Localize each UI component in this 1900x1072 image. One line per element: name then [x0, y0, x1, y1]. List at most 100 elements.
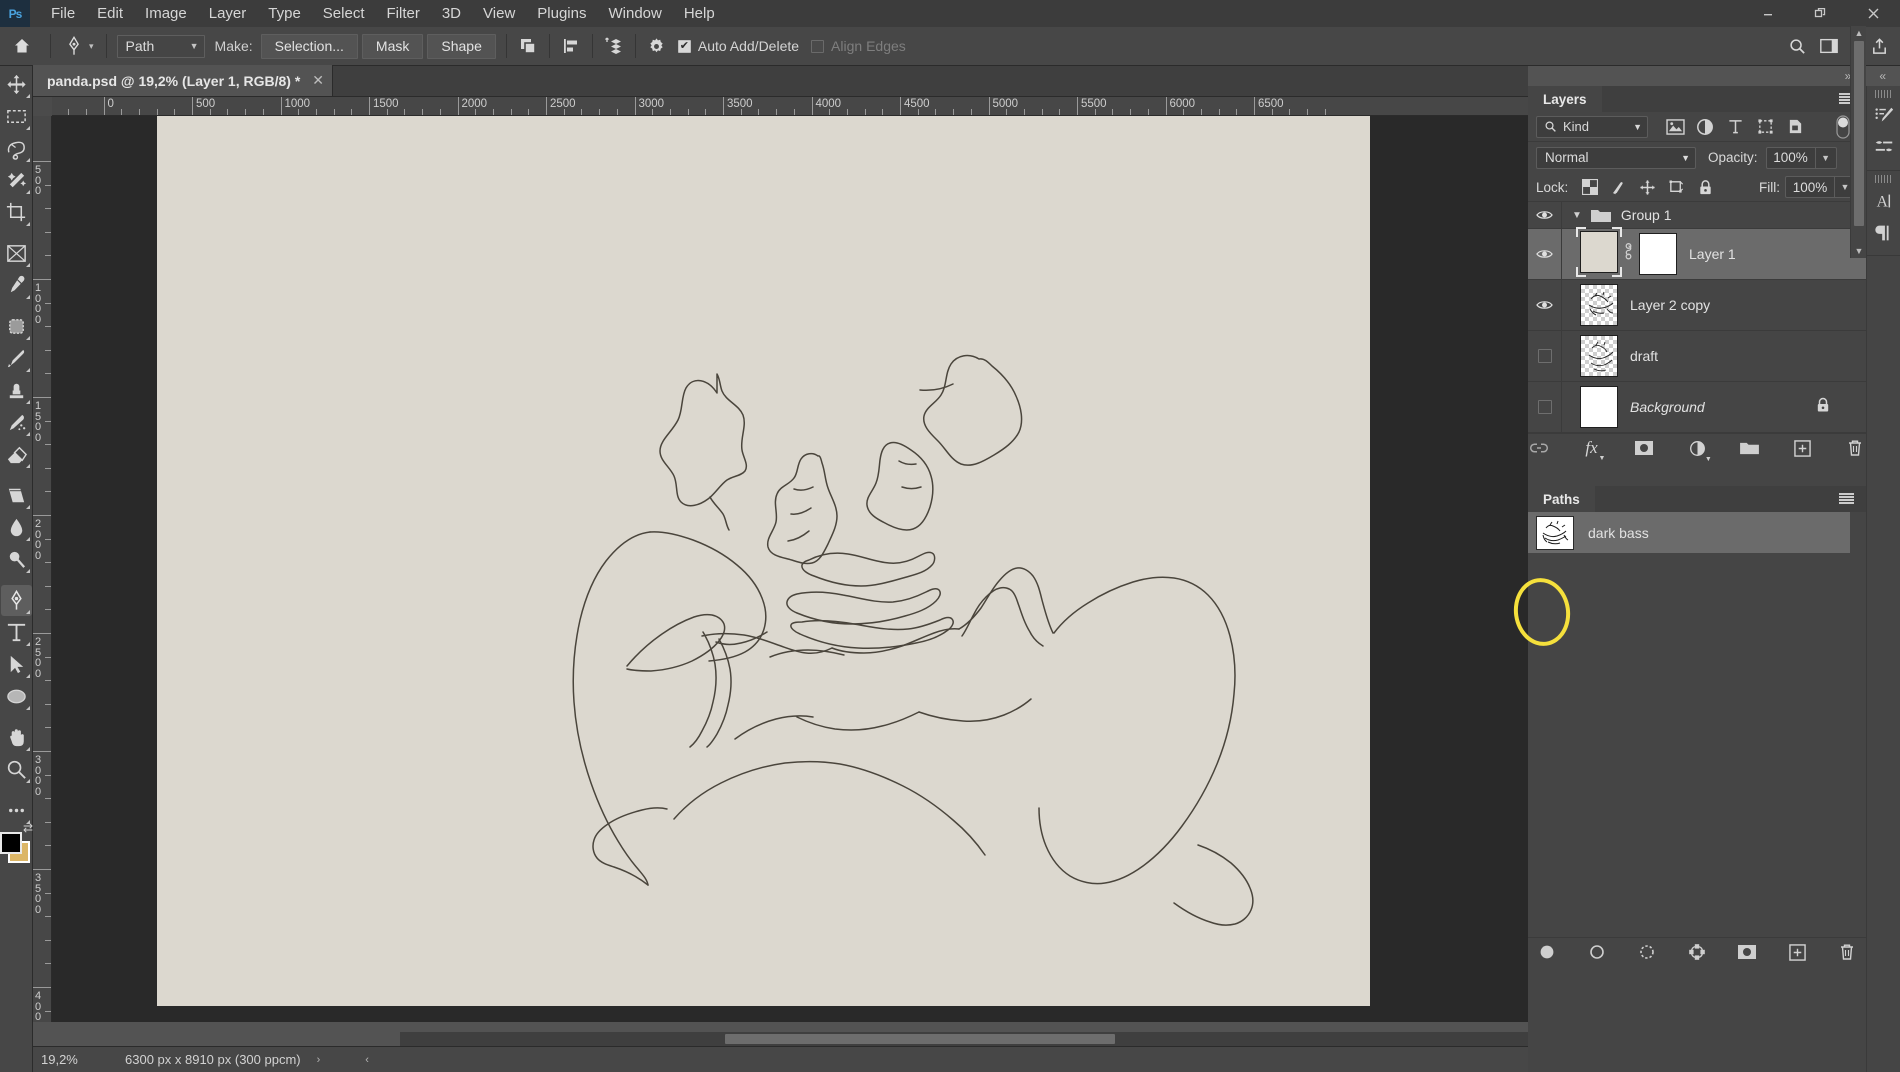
- workspace-icon[interactable]: [1814, 33, 1844, 59]
- layer-style-fx-icon[interactable]: fx ▼: [1581, 437, 1605, 462]
- menu-item-plugins[interactable]: Plugins: [526, 0, 597, 27]
- add-layer-mask-icon[interactable]: [1736, 941, 1758, 963]
- layer-row-layer-2-copy[interactable]: Layer 2 copy: [1528, 280, 1866, 331]
- make-selection-button[interactable]: Selection...: [260, 33, 358, 59]
- share-icon[interactable]: [1864, 33, 1894, 59]
- scroll-left-arrow-icon[interactable]: ‹: [365, 1054, 369, 1066]
- chevron-up-icon[interactable]: ▲: [1851, 26, 1867, 40]
- path-thumbnail[interactable]: [1536, 515, 1574, 550]
- layer-visibility-toggle[interactable]: [1528, 280, 1562, 330]
- make-work-path-icon[interactable]: [1686, 941, 1708, 963]
- panel-grip[interactable]: [1874, 90, 1893, 98]
- menu-item-select[interactable]: Select: [312, 0, 376, 27]
- tab-layers[interactable]: Layers: [1528, 86, 1602, 112]
- spot-healing-brush-tool[interactable]: [1, 311, 32, 342]
- layer-row-draft[interactable]: draft: [1528, 331, 1866, 382]
- menu-item-window[interactable]: Window: [597, 0, 672, 27]
- dodge-tool[interactable]: [1, 544, 32, 575]
- make-mask-button[interactable]: Mask: [361, 33, 424, 59]
- eyedropper-tool[interactable]: [1, 270, 32, 301]
- home-icon[interactable]: [0, 37, 44, 55]
- layer-thumbnails[interactable]: [1562, 386, 1618, 428]
- path-row-dark-bass[interactable]: dark bass: [1528, 512, 1850, 553]
- scrollbar-thumb[interactable]: [1854, 41, 1864, 226]
- layer-visibility-toggle[interactable]: [1528, 229, 1562, 279]
- adjustment-filter-icon[interactable]: [1690, 114, 1720, 140]
- menu-item-view[interactable]: View: [472, 0, 526, 27]
- fill-value[interactable]: 100%: [1785, 176, 1835, 198]
- character-panel-icon[interactable]: A: [1867, 185, 1900, 217]
- frame-tool[interactable]: [1, 238, 32, 269]
- path-name[interactable]: dark bass: [1574, 525, 1649, 541]
- artboard[interactable]: [157, 116, 1370, 1006]
- fill-path-icon[interactable]: [1536, 941, 1558, 963]
- layer-name[interactable]: Background: [1618, 399, 1705, 415]
- stroke-path-icon[interactable]: [1586, 941, 1608, 963]
- eraser-tool[interactable]: [1, 439, 32, 470]
- pixel-filter-icon[interactable]: [1660, 114, 1690, 140]
- layer-mask-thumbnail[interactable]: [1639, 233, 1677, 275]
- panel-menu-icon[interactable]: [1839, 493, 1854, 504]
- lock-position-icon[interactable]: [1634, 175, 1661, 199]
- object-selection-tool[interactable]: [1, 165, 32, 196]
- color-swatches[interactable]: ⇄: [0, 821, 33, 865]
- blend-mode-select[interactable]: Normal ▼: [1536, 146, 1696, 169]
- make-shape-button[interactable]: Shape: [427, 33, 496, 59]
- menu-item-help[interactable]: Help: [673, 0, 726, 27]
- scrollbar-thumb[interactable]: [725, 1034, 1115, 1044]
- gradient-tool[interactable]: [1, 480, 32, 511]
- brush-settings-icon[interactable]: [1867, 100, 1900, 132]
- lasso-tool[interactable]: [1, 133, 32, 164]
- search-icon[interactable]: [1782, 33, 1812, 59]
- smartobject-filter-icon[interactable]: [1780, 114, 1810, 140]
- zoom-tool[interactable]: [1, 754, 32, 785]
- brush-tool[interactable]: [1, 343, 32, 374]
- lock-transparent-pixels-icon[interactable]: [1576, 175, 1603, 199]
- clone-stamp-tool[interactable]: [1, 375, 32, 406]
- hand-tool[interactable]: [1, 722, 32, 753]
- layer-thumbnails[interactable]: [1562, 227, 1677, 277]
- lock-image-pixels-icon[interactable]: [1605, 175, 1632, 199]
- menu-item-type[interactable]: Type: [257, 0, 312, 27]
- type-tool[interactable]: [1, 617, 32, 648]
- move-tool[interactable]: [1, 69, 32, 100]
- layer-name[interactable]: draft: [1618, 348, 1658, 364]
- document-tab[interactable]: panda.psd @ 19,2% (Layer 1, RGB/8) * ✕: [33, 65, 334, 96]
- maximize-button[interactable]: [1794, 0, 1847, 27]
- layers-panel-scrollbar[interactable]: ▲ ▼: [1850, 26, 1866, 258]
- type-filter-icon[interactable]: [1720, 114, 1750, 140]
- layer-visibility-toggle[interactable]: [1528, 382, 1562, 432]
- layer-thumbnail[interactable]: [1580, 335, 1618, 377]
- layer-thumbnail[interactable]: [1580, 386, 1618, 428]
- brush-presets-icon[interactable]: [1867, 132, 1900, 164]
- minimize-button[interactable]: [1741, 0, 1794, 27]
- close-icon[interactable]: ✕: [312, 72, 324, 89]
- rectangular-marquee-tool[interactable]: [1, 101, 32, 132]
- opacity-value[interactable]: 100%: [1765, 146, 1816, 169]
- tool-mode-select[interactable]: Path ▼: [116, 34, 205, 58]
- lock-all-icon[interactable]: [1692, 175, 1719, 199]
- path-alignment-icon[interactable]: [556, 33, 586, 59]
- gear-icon[interactable]: [642, 33, 672, 59]
- swap-colors-icon[interactable]: ⇄: [23, 821, 33, 835]
- chevron-down-icon[interactable]: ▼: [1851, 244, 1867, 258]
- menu-item-image[interactable]: Image: [134, 0, 198, 27]
- delete-layer-icon[interactable]: [1844, 437, 1866, 459]
- layer-visibility-toggle[interactable]: [1528, 202, 1562, 228]
- foreground-color-swatch[interactable]: [0, 832, 22, 854]
- layer-name[interactable]: Layer 1: [1677, 246, 1736, 262]
- canvas-area[interactable]: [52, 116, 1528, 1022]
- layer-thumbnails[interactable]: [1562, 335, 1618, 377]
- ellipse-tool[interactable]: [1, 681, 32, 712]
- layer-thumbnails[interactable]: [1562, 284, 1618, 326]
- layer-filter-kind-select[interactable]: Kind ▼: [1536, 115, 1648, 138]
- path-selection-tool[interactable]: [1, 649, 32, 680]
- link-mask-icon[interactable]: [1623, 243, 1634, 265]
- close-button[interactable]: [1847, 0, 1900, 27]
- new-group-icon[interactable]: [1739, 437, 1761, 459]
- shape-filter-icon[interactable]: [1750, 114, 1780, 140]
- new-adjustment-layer-icon[interactable]: ▼: [1686, 437, 1712, 463]
- paragraph-panel-icon[interactable]: [1867, 217, 1900, 249]
- layer-name[interactable]: Layer 2 copy: [1618, 297, 1710, 313]
- lock-artboard-icon[interactable]: [1663, 175, 1690, 199]
